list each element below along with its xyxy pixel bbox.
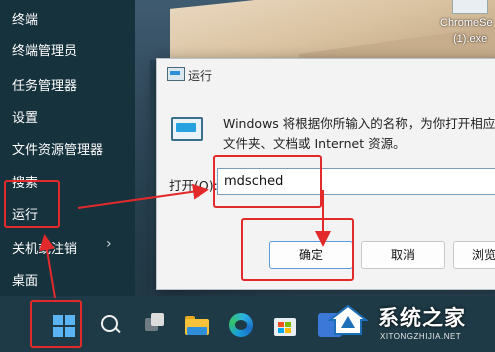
winx-menu: 终端 终端管理员 任务管理器 设置 文件资源管理器 搜索 运行 关机或注销 › …	[0, 0, 135, 296]
open-label: 打开(O):	[169, 178, 218, 193]
run-program-icon	[171, 117, 203, 141]
menu-item-file-explorer[interactable]: 文件资源管理器	[12, 139, 103, 158]
menu-item-shutdown[interactable]: 关机或注销	[12, 238, 77, 257]
menu-item-terminal-admin[interactable]: 终端管理员	[12, 40, 77, 59]
run-description-line1: Windows 将根据你所输入的名称，为你打开相应的	[223, 116, 495, 131]
menu-item-task-manager[interactable]: 任务管理器	[12, 75, 77, 94]
desktop-icon-label: ChromeSe	[440, 17, 493, 29]
watermark: 系统之家 XITONGZHIJIA.NET	[320, 296, 495, 352]
run-dialog-title: 运行	[188, 69, 213, 83]
watermark-title: 系统之家	[378, 306, 466, 330]
annotation-box-start	[30, 300, 82, 348]
watermark-url: XITONGZHIJIA.NET	[380, 332, 462, 341]
annotation-box-run	[4, 180, 60, 228]
store-icon[interactable]	[273, 313, 297, 337]
menu-item-desktop[interactable]: 桌面	[12, 270, 38, 289]
task-view-icon[interactable]	[143, 313, 167, 337]
edge-icon[interactable]	[229, 313, 253, 337]
watermark-logo-icon	[328, 304, 368, 335]
desktop-icon-chromesetup[interactable]: ChromeSe (1).exe	[440, 0, 495, 52]
file-explorer-icon[interactable]	[185, 313, 209, 337]
annotation-box-ok	[241, 218, 354, 281]
cancel-button[interactable]: 取消	[361, 241, 445, 269]
annotation-box-input	[213, 155, 322, 208]
desktop-icon-label-2: (1).exe	[453, 33, 488, 45]
menu-item-terminal[interactable]: 终端	[12, 9, 38, 28]
browse-button[interactable]: 浏览	[453, 241, 495, 269]
search-icon[interactable]	[99, 313, 123, 337]
chevron-right-icon: ›	[106, 236, 112, 252]
menu-item-settings[interactable]: 设置	[12, 107, 38, 126]
run-icon	[167, 67, 185, 81]
run-description-line2: 文件夹、文档或 Internet 资源。	[223, 136, 406, 151]
installer-icon	[452, 0, 488, 14]
